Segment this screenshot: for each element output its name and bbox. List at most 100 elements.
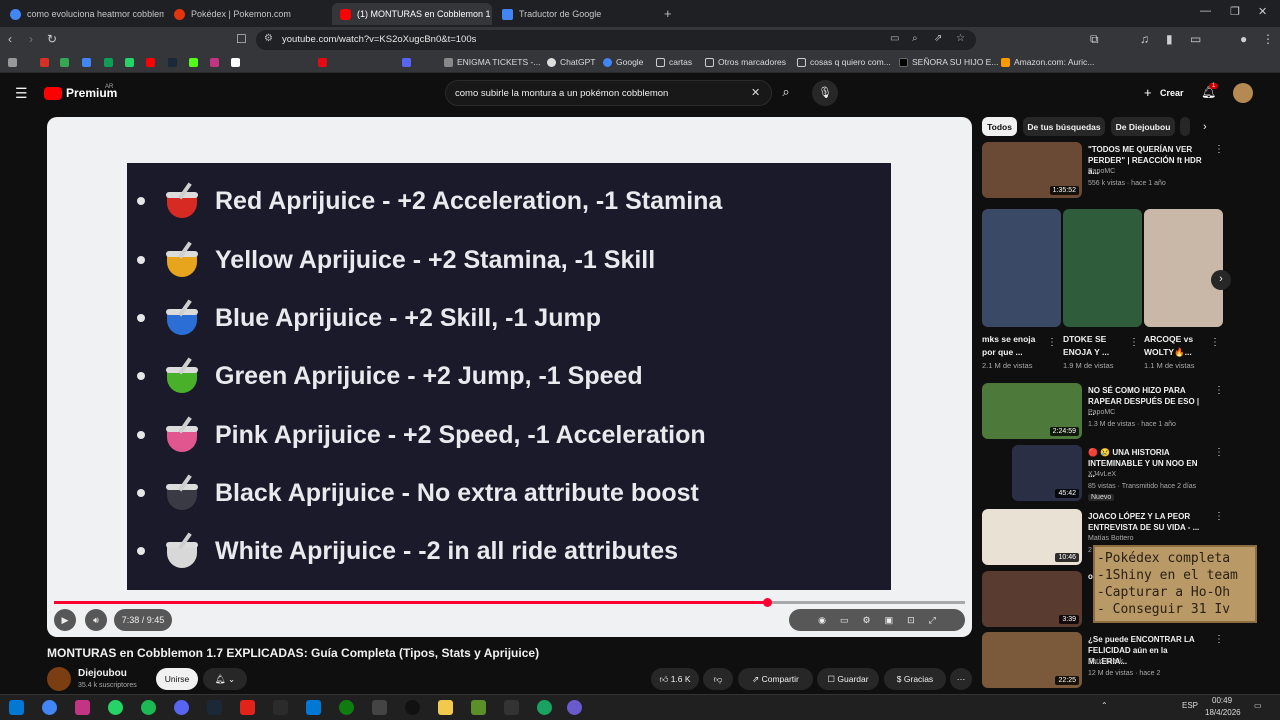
save-button[interactable]: ☐ Guardar [817,668,879,690]
more-options-icon[interactable]: ⋮ [1214,447,1224,458]
reload-icon[interactable]: ↻ [47,32,57,46]
kick-icon[interactable] [189,58,198,67]
bookmark-icon[interactable]: ☐ [236,32,247,46]
autoplay-toggle[interactable]: ◉ [818,615,826,626]
chrome-icon[interactable] [42,700,57,715]
media-icon[interactable]: ♫ [1140,32,1149,46]
cast-icon[interactable]: ▭ [890,33,899,44]
store-icon[interactable] [306,700,321,715]
bookmark-google[interactable]: Google [603,57,643,67]
browser-tab-4[interactable]: Traductor de Google [494,3,659,25]
netflix-icon[interactable] [318,58,327,67]
chip-busquedas[interactable]: De tus búsquedas [1023,117,1105,136]
back-icon[interactable]: ‹ [8,32,12,46]
create-button[interactable]: Crear [1160,88,1184,98]
sheets-icon[interactable] [104,58,113,67]
recommendation-item[interactable]: 1:35:52 "TODOS ME QUERÍAN VER PERDER" | … [982,142,1224,200]
short-thumbnail[interactable] [982,209,1061,327]
file-explorer-icon[interactable] [438,700,453,715]
bookmark-cartas[interactable]: cartas [656,57,692,67]
extension-icon[interactable]: ⧉ [1090,32,1099,47]
steam-icon[interactable] [168,58,177,67]
short-title[interactable]: DTOKE SE ENOJA Y ... [1063,333,1123,359]
app-icon[interactable] [537,700,552,715]
play-button[interactable]: ▶ [54,609,76,631]
search-button[interactable]: ⌕ [772,80,800,106]
subscribed-bell-button[interactable]: 🔔︎ ⌄ [203,668,247,690]
more-options-icon[interactable]: ⋮ [1047,337,1057,348]
whatsapp-icon[interactable] [108,700,123,715]
short-thumbnail[interactable] [1063,209,1142,327]
fullscreen-icon[interactable]: ⤢ [929,615,936,626]
notification-center-icon[interactable]: ▭ [1254,701,1262,710]
create-plus-icon[interactable]: + [1144,85,1152,100]
app-icon[interactable] [567,700,582,715]
subtitles-icon[interactable]: ▭ [840,615,849,626]
settings-icon[interactable]: ⚙ [863,615,871,626]
clock-date[interactable]: 18/4/2026 [1205,708,1241,717]
youtube-bm-icon[interactable] [146,58,155,67]
short-title[interactable]: mks se enoja por que ... [982,333,1042,359]
video-thumbnail[interactable]: 10:46 [982,509,1082,565]
video-player[interactable]: Red Aprijuice - +2 Acceleration, -1 Stam… [47,117,972,637]
bookmark-cosas[interactable]: cosas q quiero com... [797,57,891,67]
bookmark-otros[interactable]: Otros marcadores [705,57,786,67]
video-thumbnail[interactable]: 3:39 [982,571,1082,627]
more-options-icon[interactable]: ⋮ [1214,144,1224,155]
language-indicator[interactable]: ESP [1182,701,1198,710]
more-options-icon[interactable]: ⋮ [1214,385,1224,396]
profile-icon[interactable]: ● [1240,32,1247,46]
channel-avatar[interactable] [47,667,71,691]
discord-icon[interactable] [402,58,411,67]
recommendation-item[interactable]: 45:42 🔴 😢 UNA HISTORIA INTEMINABLE Y UN … [982,445,1224,503]
zoom-icon[interactable]: ⌕ [912,33,918,44]
short-title[interactable]: ARCOQE vs WOLTY🔥... [1144,333,1204,359]
steam-icon[interactable] [207,700,222,715]
join-button[interactable]: Unirse [156,668,198,690]
dislike-button[interactable]: 👎︎ [703,668,733,690]
restore-icon[interactable]: ❐ [1230,5,1240,18]
more-actions-icon[interactable]: ⋯ [950,668,972,690]
video-thumbnail[interactable]: 22:25 [982,632,1082,688]
thanks-button[interactable]: $ Gracias [884,668,946,690]
minecraft-icon[interactable] [471,700,486,715]
chip-diejoubou[interactable]: De Diejoubou [1111,117,1175,136]
like-button[interactable]: 👍︎ 1.6 K [651,668,699,690]
wallet-icon[interactable]: ▭ [1190,32,1201,46]
short-thumbnail[interactable] [1144,209,1223,327]
channel-name[interactable]: Diejoubou [78,668,127,679]
clear-search-icon[interactable]: ✕ [751,86,760,99]
youtube-logo-icon[interactable] [44,87,62,100]
whatsapp-icon[interactable] [125,58,134,67]
more-options-icon[interactable]: ⋮ [1210,337,1220,348]
browser-tab-active[interactable]: (1) MONTURAS en Cobblemon 1 ✕ [332,3,492,25]
chip-more[interactable] [1180,117,1190,136]
new-tab-button[interactable]: + [664,6,672,21]
close-tab-icon[interactable]: ✕ [491,9,492,20]
hamburger-menu-icon[interactable]: ☰ [15,85,28,102]
app-icon[interactable] [372,700,387,715]
clock-time[interactable]: 00:49 [1212,696,1232,705]
docs-icon[interactable] [82,58,91,67]
site-info-icon[interactable]: ⚙ [264,33,273,44]
search-input[interactable]: como subirle la montura a un pokémon cob… [445,80,772,106]
app-icon[interactable] [504,700,519,715]
bookmark-amazon[interactable]: Amazon.com: Auric... [1001,57,1094,67]
bookmark-enigma[interactable]: ENIGMA TICKETS -... [444,57,540,67]
shorts-next-icon[interactable]: › [1211,270,1231,290]
spotify-icon[interactable] [141,700,156,715]
app-icon[interactable] [240,700,255,715]
epic-games-icon[interactable] [273,700,288,715]
recommendation-item[interactable]: 2:24:59 NO SÉ COMO HIZO PARA RAPEAR DESP… [982,383,1224,441]
avatar[interactable] [1233,83,1253,103]
recommendation-item[interactable]: 22:25 ¿Se puede ENCONTRAR LA FELICIDAD a… [982,632,1224,690]
more-options-icon[interactable]: ⋮ [1129,337,1139,348]
tray-chevron-icon[interactable]: ⌃ [1101,701,1108,710]
x-icon[interactable] [231,58,240,67]
miniplayer-icon[interactable]: ▣ [885,615,894,626]
forward-icon[interactable]: › [29,32,33,46]
maps-icon[interactable] [60,58,69,67]
star-icon[interactable]: ☆ [956,33,965,44]
bookmark-senora[interactable]: SEÑORA SU HIJO E... [899,57,998,67]
more-options-icon[interactable]: ⋮ [1214,511,1224,522]
